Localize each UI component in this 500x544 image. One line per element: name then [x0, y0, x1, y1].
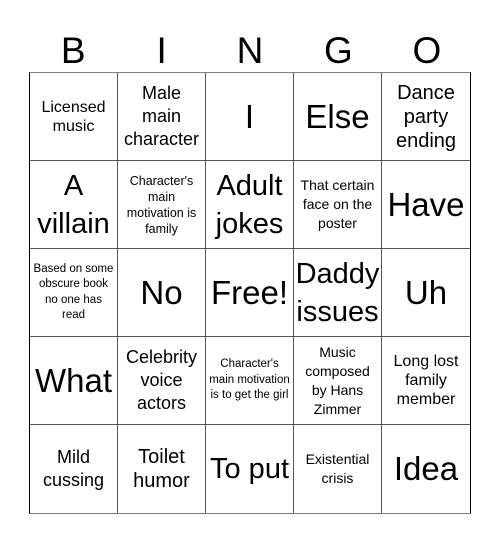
cell-text: That certain face on the poster [300, 177, 375, 231]
cell-text: Music composed by Hans Zimmer [305, 343, 370, 417]
bingo-cell[interactable]: What [30, 337, 118, 425]
bingo-cell[interactable]: Character's main motivation is family [118, 161, 206, 249]
cell-text: I [244, 97, 255, 135]
bingo-cell[interactable]: Based on some obscure book no one has re… [30, 249, 118, 337]
cell-text: Licensed music [41, 98, 106, 135]
bingo-cell[interactable]: Licensed music [30, 73, 118, 161]
cell-text: Based on some obscure book no one has re… [33, 262, 114, 322]
bingo-cell[interactable]: Male main character [118, 73, 206, 161]
bingo-cell[interactable]: Music composed by Hans Zimmer [294, 337, 382, 425]
cell-text: What [34, 361, 113, 399]
cell-text: Character's main motivation is to get th… [209, 358, 290, 402]
bingo-cell[interactable]: Daddy issues [294, 249, 382, 337]
bingo-cell[interactable]: Character's main motivation is to get th… [206, 337, 294, 425]
bingo-cell[interactable]: Long lost family member [382, 337, 470, 425]
bingo-cell[interactable]: Celebrity voice actors [118, 337, 206, 425]
cell-text: Character's main motivation is family [126, 173, 197, 236]
cell-text: Adult jokes [215, 169, 284, 240]
cell-text: Daddy issues [295, 257, 380, 328]
header-letter-b: B [60, 30, 86, 71]
cell-text: A villain [37, 169, 110, 240]
cell-text: Mild cussing [42, 447, 105, 490]
header-letter-g: G [324, 30, 353, 71]
cell-text: Free! [210, 273, 289, 311]
header-letter-i: I [156, 30, 167, 71]
cell-text: No [140, 273, 183, 311]
bingo-cell-free[interactable]: Free! [206, 249, 294, 337]
cell-text: Existential crisis [305, 451, 370, 486]
cell-text: Celebrity voice actors [125, 347, 198, 413]
bingo-header: B I N G O [29, 30, 471, 72]
cell-text: Male main character [123, 83, 200, 149]
bingo-cell[interactable]: Have [382, 161, 470, 249]
bingo-cell[interactable]: Else [294, 73, 382, 161]
bingo-cell[interactable]: Dance party ending [382, 73, 470, 161]
header-letter-o: O [412, 30, 442, 71]
bingo-cell[interactable]: Adult jokes [206, 161, 294, 249]
cell-text: Uh [404, 273, 448, 311]
cell-text: To put [210, 453, 289, 485]
bingo-cell[interactable]: No [118, 249, 206, 337]
bingo-cell[interactable]: Toilet humor [118, 425, 206, 513]
cell-text: Have [387, 185, 465, 223]
bingo-cell[interactable]: Existential crisis [294, 425, 382, 513]
bingo-cell[interactable]: That certain face on the poster [294, 161, 382, 249]
bingo-cell[interactable]: I [206, 73, 294, 161]
header-letter-n: N [236, 30, 264, 71]
bingo-cell[interactable]: Uh [382, 249, 470, 337]
cell-text: Dance party ending [395, 81, 457, 152]
bingo-cell[interactable]: To put [206, 425, 294, 513]
cell-text: Toilet humor [133, 446, 190, 492]
cell-text: Long lost family member [393, 353, 459, 408]
bingo-cell[interactable]: A villain [30, 161, 118, 249]
cell-text: Idea [393, 450, 459, 487]
cell-text: Else [305, 97, 370, 135]
bingo-cell[interactable]: Idea [382, 425, 470, 513]
bingo-grid: Licensed music Male main character I Els… [29, 72, 471, 514]
bingo-cell[interactable]: Mild cussing [30, 425, 118, 513]
